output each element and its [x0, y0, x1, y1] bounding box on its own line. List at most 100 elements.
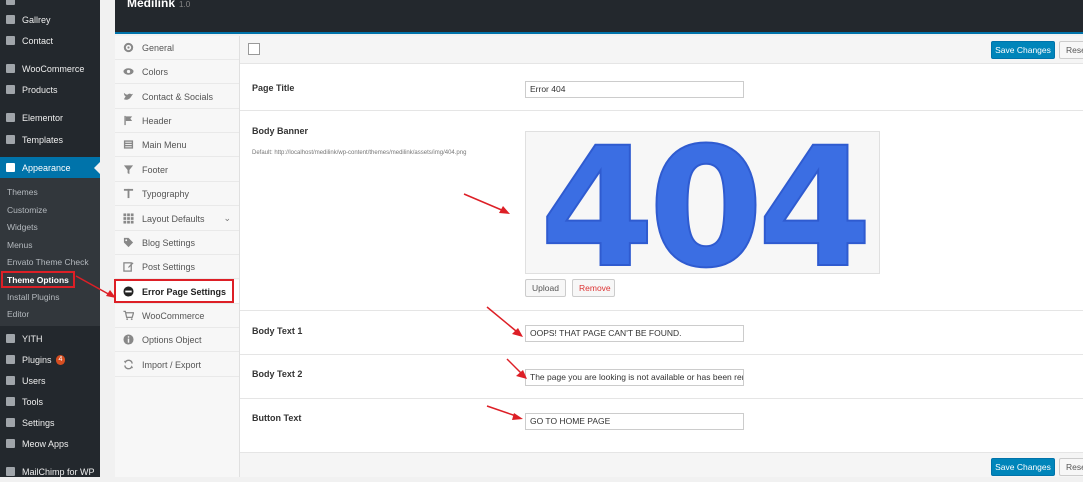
edit-icon [123, 262, 134, 272]
annotation-arrow [486, 306, 523, 337]
admin-sidebar: Gallrey Contact WooCommerce Products Ele… [0, 0, 100, 477]
sidebar-item-label: Gallrey [22, 14, 51, 25]
tab-colors[interactable]: Colors [115, 60, 239, 84]
eye-icon [123, 68, 134, 75]
tab-general[interactable]: General [115, 36, 239, 60]
submenu-menus[interactable]: Menus [0, 236, 100, 253]
tab-label: Layout Defaults [142, 213, 205, 224]
sidebar-item-templates[interactable]: Templates [0, 129, 100, 150]
tab-label: Import / Export [142, 359, 202, 370]
sidebar-item-label: WooCommerce [22, 63, 85, 74]
sidebar-item-gallery[interactable]: Gallrey [0, 9, 100, 30]
chevron-down-icon[interactable]: ⌄ [223, 213, 231, 224]
tab-contact-socials[interactable]: Contact & Socials [115, 85, 239, 109]
top-toolbar: Save Changes Reset [240, 36, 1083, 64]
reset-button[interactable]: Reset [1059, 41, 1083, 59]
tab-label: Main Menu [142, 139, 187, 150]
tab-label: Contact & Socials [142, 91, 214, 102]
upload-button[interactable]: Upload [525, 279, 566, 297]
sidebar-item-woocommerce[interactable]: WooCommerce [0, 58, 100, 79]
annotation-arrow [506, 358, 527, 379]
tab-main-menu[interactable]: Main Menu [115, 133, 239, 157]
sidebar-item-label: YITH [22, 333, 43, 344]
annotation-arrow [463, 193, 510, 214]
text-icon [123, 188, 134, 199]
active-arrow [94, 162, 100, 174]
plugin-icon [6, 355, 15, 364]
sidebar-item-label: Settings [22, 417, 55, 428]
body-text-1-input[interactable]: OOPS! THAT PAGE CAN'T BE FOUND. [525, 325, 744, 342]
expand-options-button[interactable] [248, 43, 260, 55]
sidebar-item-appearance[interactable]: Appearance [0, 157, 100, 178]
submenu-widgets[interactable]: Widgets [0, 218, 100, 235]
submenu-customize[interactable]: Customize [0, 201, 100, 218]
tab-header[interactable]: Header [115, 109, 239, 133]
page-title-label: Page Title [252, 83, 295, 93]
page-title-input[interactable]: Error 404 [525, 81, 744, 98]
sidebar-item-settings[interactable]: Settings [0, 412, 100, 433]
divider [240, 110, 1083, 111]
highlight-theme-options [1, 271, 75, 288]
sidebar-item-users[interactable]: Users [0, 370, 100, 391]
tab-label: Post Settings [142, 261, 196, 272]
tab-label: Typography [142, 188, 190, 199]
sidebar-item-contact[interactable]: Contact [0, 30, 100, 51]
sidebar-item-products[interactable]: Products [0, 79, 100, 100]
submenu-editor[interactable]: Editor [0, 305, 100, 322]
reset-button-bottom[interactable]: Reset [1059, 458, 1083, 476]
save-changes-button[interactable]: Save Changes [991, 41, 1055, 59]
settings-icon [6, 418, 15, 427]
sidebar-item-label: Products [22, 84, 58, 95]
submenu-themes[interactable]: Themes [0, 183, 100, 200]
sidebar-item-plugins[interactable]: Plugins 4 [0, 349, 100, 370]
sidebar-item-label: Tools [22, 396, 44, 407]
bottom-toolbar: Save Changes Reset [240, 452, 1083, 477]
tab-label: Footer [142, 164, 169, 175]
save-changes-button-bottom[interactable]: Save Changes [991, 458, 1055, 476]
body-banner-label: Body Banner [252, 126, 309, 136]
body-text-2-input[interactable]: The page you are looking is not availabl… [525, 369, 744, 386]
tab-footer[interactable]: Footer [115, 158, 239, 182]
twitter-icon [123, 92, 134, 100]
theme-options-header: Medilink 1.0 [115, 0, 1083, 34]
sidebar-item-label: Users [22, 375, 46, 386]
sidebar-item-meow-apps[interactable]: Meow Apps [0, 433, 100, 454]
banner-image: 404 [539, 111, 873, 305]
options-menu: General Colors Contact & Socials Header … [115, 36, 240, 477]
sidebar-item-yith[interactable]: YITH [0, 328, 100, 349]
media-icon [6, 0, 15, 5]
cart-icon [123, 310, 134, 321]
user-icon [6, 376, 15, 385]
tab-label: General [142, 42, 175, 53]
flag-icon [124, 115, 133, 126]
body-banner-description: Default: http://localhost/medilink/wp-co… [252, 150, 467, 156]
sidebar-item-elementor[interactable]: Elementor [0, 107, 100, 128]
tab-import-export[interactable]: Import / Export [115, 353, 239, 377]
sidebar-item-mailchimp[interactable]: MailChimp for WP [0, 461, 100, 482]
sidebar-item-label: Plugins [22, 354, 52, 365]
tab-layout-defaults[interactable]: Layout Defaults ⌄ [115, 207, 239, 231]
tab-options-object[interactable]: Options Object [115, 328, 239, 352]
tab-post-settings[interactable]: Post Settings [115, 255, 239, 279]
tab-label: WooCommerce [142, 310, 205, 321]
brush-icon [6, 163, 15, 172]
version-label: 1.0 [179, 0, 191, 9]
tab-blog-settings[interactable]: Blog Settings [115, 231, 239, 255]
remove-button[interactable]: Remove [572, 279, 615, 297]
tab-woocommerce[interactable]: WooCommerce [115, 304, 239, 328]
tab-typography[interactable]: Typography [115, 182, 239, 206]
submenu-envato-theme-check[interactable]: Envato Theme Check [0, 253, 100, 270]
divider [240, 354, 1083, 355]
brand-title: Medilink 1.0 [127, 0, 191, 10]
tab-label: Blog Settings [142, 237, 196, 248]
sidebar-item-label: Elementor [22, 112, 64, 123]
refresh-icon [123, 359, 134, 370]
tags-icon [123, 237, 134, 248]
tab-label: Options Object [142, 334, 202, 345]
sidebar-item-label: Contact [22, 35, 54, 46]
menu-icon [123, 140, 134, 149]
sidebar-item-label: MailChimp for WP [22, 466, 95, 477]
mail-icon [6, 36, 15, 45]
button-text-input[interactable]: GO TO HOME PAGE [525, 413, 744, 430]
sidebar-item-tools[interactable]: Tools [0, 391, 100, 412]
